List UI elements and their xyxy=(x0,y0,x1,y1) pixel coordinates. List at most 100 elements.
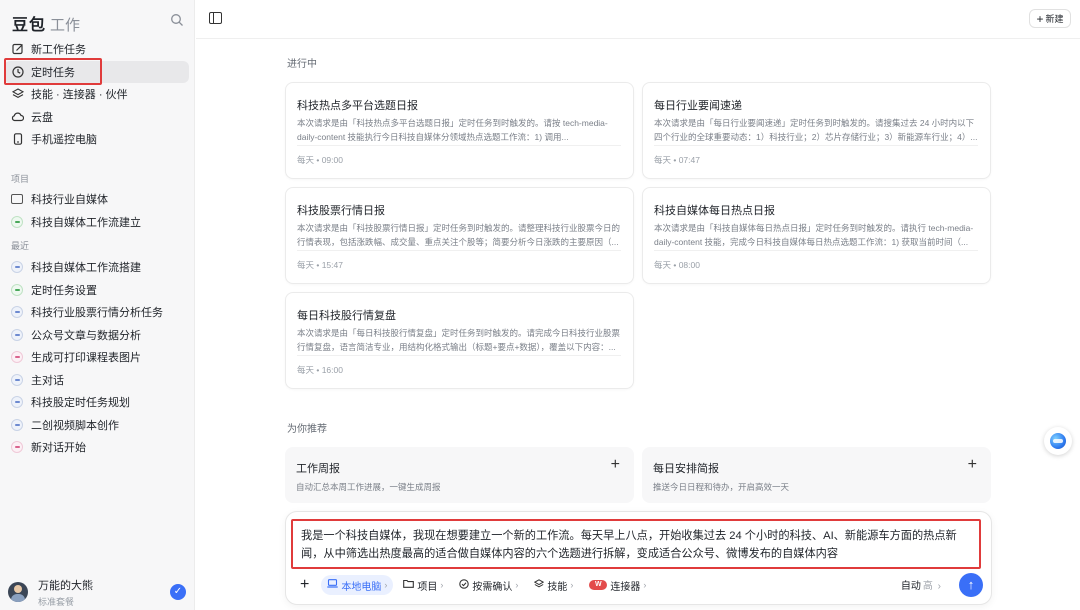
mode-level: 高 xyxy=(922,581,933,592)
connectors-button[interactable]: W 连接器 › xyxy=(583,575,652,595)
sidebar-nav: 新工作任务 定时任务 技能 · 连接器 · 伙伴 云盘 手机遥控电脑 xyxy=(4,38,189,151)
project-item[interactable]: 科技行业自媒体 xyxy=(4,188,189,211)
avatar xyxy=(8,582,28,602)
chat-icon xyxy=(11,261,23,274)
projects-label: 项目 xyxy=(11,174,30,184)
nav-cloud-drive[interactable]: 云盘 xyxy=(4,106,189,128)
tool-label: 技能 xyxy=(547,581,568,593)
recent-item[interactable]: 定时任务设置 xyxy=(4,279,189,302)
folder-icon xyxy=(403,579,415,591)
skills-button[interactable]: 技能 › xyxy=(528,575,579,595)
prompt-input[interactable]: 我是一个科技自媒体，我现在想要建立一个新的工作流。每天早上八点，开始收集过去 2… xyxy=(291,519,981,569)
recent-item[interactable]: 科技自媒体工作流搭建 xyxy=(4,256,189,279)
chevron-right-icon: › xyxy=(570,580,574,590)
brand-sub: 工作 xyxy=(50,17,81,34)
chat-icon xyxy=(11,396,23,409)
recent-item[interactable]: 主对话 xyxy=(4,369,189,392)
task-title: 每日行业要闻速递 xyxy=(654,100,742,112)
composer-toolbar: + 本地电脑 › 项目 › 按需确认 › 技能 › W 连接器 › 自动 高 ›… xyxy=(296,573,983,597)
nav-label: 手机遥控电脑 xyxy=(31,134,97,147)
task-desc: 本次请求是由「科技自媒体每日热点日报」定时任务到时触发的。请执行 tech-me… xyxy=(654,223,974,247)
divider xyxy=(297,355,621,356)
check-icon[interactable]: ✓ xyxy=(170,584,186,600)
project-label: 科技自媒体工作流建立 xyxy=(31,216,141,229)
search-icon[interactable] xyxy=(170,13,184,27)
task-time: 每天 • 09:00 xyxy=(297,155,343,165)
recommendation-card[interactable]: 工作周报 自动汇总本周工作进展，一键生成周报 + xyxy=(285,447,634,503)
task-card[interactable]: 科技股票行情日报 本次请求是由「科技股票行情日报」定时任务到时触发的。请整理科技… xyxy=(285,187,634,284)
divider xyxy=(297,250,621,251)
task-time: 每天 • 16:00 xyxy=(297,365,343,375)
recent-label: 科技行业股票行情分析任务 xyxy=(31,307,163,320)
recommendation-title: 每日安排简报 xyxy=(653,463,719,475)
recent-label: 科技股定时任务规划 xyxy=(31,397,130,410)
recommendation-desc: 自动汇总本周工作进展，一键生成周报 xyxy=(296,482,441,492)
task-title: 每日科技股行情复盘 xyxy=(297,310,396,322)
nav-phone-remote[interactable]: 手机遥控电脑 xyxy=(4,128,189,150)
assistant-float-icon[interactable] xyxy=(1044,427,1072,455)
recent-item[interactable]: 科技股定时任务规划 xyxy=(4,391,189,414)
plus-icon[interactable]: + xyxy=(611,456,620,474)
layers-icon xyxy=(534,578,545,592)
task-card[interactable]: 科技热点多平台选题日报 本次请求是由「科技热点多平台选题日报」定时任务到时触发的… xyxy=(285,82,634,179)
in-progress-title: 进行中 xyxy=(287,59,317,70)
task-card[interactable]: 科技自媒体每日热点日报 本次请求是由「科技自媒体每日热点日报」定时任务到时触发的… xyxy=(642,187,991,284)
recent-label: 定时任务设置 xyxy=(31,284,97,297)
task-time: 每天 • 08:00 xyxy=(654,260,700,270)
chevron-right-icon: › xyxy=(934,581,941,592)
recommendation-card[interactable]: 每日安排简报 推送今日日程和待办，开启高效一天 + xyxy=(642,447,991,503)
project-button[interactable]: 项目 › xyxy=(397,575,449,595)
chat-icon xyxy=(11,351,23,364)
nav-skills-connectors[interactable]: 技能 · 连接器 · 伙伴 xyxy=(4,83,189,105)
nav-new-task[interactable]: 新工作任务 xyxy=(4,38,189,60)
local-computer-button[interactable]: 本地电脑 › xyxy=(321,575,394,595)
chat-icon xyxy=(11,328,23,341)
recent-label: 科技自媒体工作流搭建 xyxy=(31,262,141,275)
task-desc: 本次请求是由「科技热点多平台选题日报」定时任务到时触发的。请按 tech-med… xyxy=(297,118,608,142)
wps-icon: W xyxy=(589,580,608,590)
chat-icon xyxy=(11,373,23,386)
recent-item[interactable]: 生成可打印课程表图片 xyxy=(4,346,189,369)
task-time: 每天 • 07:47 xyxy=(654,155,700,165)
divider xyxy=(654,250,978,251)
recent-item[interactable]: 新对话开始 xyxy=(4,436,189,459)
sidebar-toggle-icon[interactable] xyxy=(209,12,222,24)
confirm-mode-button[interactable]: 按需确认 › xyxy=(453,575,524,595)
recent-label: 公众号文章与数据分析 xyxy=(31,329,141,342)
user-name: 万能的大熊 xyxy=(38,579,93,592)
recent-item[interactable]: 科技行业股票行情分析任务 xyxy=(4,301,189,324)
sidebar: 豆包 工作 新工作任务 定时任务 技能 · 连接器 · 伙伴 云盘 手机遥控电脑… xyxy=(0,0,195,610)
layers-icon xyxy=(11,88,24,101)
topbar-divider xyxy=(196,38,1080,39)
plus-icon[interactable]: + xyxy=(968,456,977,474)
task-card[interactable]: 每日科技股行情复盘 本次请求是由「每日科技股行情复盘」定时任务到时触发的。请完成… xyxy=(285,292,634,389)
task-desc: 本次请求是由「每日科技股行情复盘」定时任务到时触发的。请完成今日科技行业股票行情… xyxy=(297,328,621,352)
mode-label: 自动 xyxy=(900,581,921,592)
project-item[interactable]: 科技自媒体工作流建立 xyxy=(4,211,189,234)
tool-label: 连接器 xyxy=(610,581,641,593)
task-card[interactable]: 每日行业要闻速递 本次请求是由「每日行业要闻速递」定时任务到时触发的。请搜集过去… xyxy=(642,82,991,179)
add-attachment-button[interactable]: + xyxy=(296,575,313,595)
user-profile[interactable]: 万能的大熊 标准套餐 ✓ xyxy=(8,576,188,608)
recent-label: 生成可打印课程表图片 xyxy=(31,352,141,365)
task-desc: 本次请求是由「每日行业要闻速递」定时任务到时触发的。请搜集过去 24 小时内以下… xyxy=(654,118,978,142)
mode-selector[interactable]: 自动高 › xyxy=(901,577,941,592)
new-button-label: 新建 xyxy=(1045,14,1064,24)
chat-icon xyxy=(11,418,23,431)
nav-label: 云盘 xyxy=(31,111,53,124)
recent-label: 二创视频脚本创作 xyxy=(31,419,119,432)
recent-item[interactable]: 二创视频脚本创作 xyxy=(4,414,189,437)
project-label: 科技行业自媒体 xyxy=(31,194,108,207)
recommendation-desc: 推送今日日程和待办，开启高效一天 xyxy=(653,482,790,492)
task-title: 科技自媒体每日热点日报 xyxy=(654,205,775,217)
send-button[interactable]: ↑ xyxy=(959,573,983,597)
new-button[interactable]: + 新建 xyxy=(1029,9,1071,28)
chevron-right-icon: › xyxy=(643,580,647,590)
scheduled-tasks-highlight xyxy=(4,58,102,85)
recent-item[interactable]: 公众号文章与数据分析 xyxy=(4,324,189,347)
recent-label: 最近 xyxy=(11,241,30,251)
tool-label: 本地电脑 xyxy=(341,581,382,593)
chat-icon xyxy=(11,283,23,296)
chevron-right-icon: › xyxy=(384,580,388,590)
divider xyxy=(297,145,621,146)
